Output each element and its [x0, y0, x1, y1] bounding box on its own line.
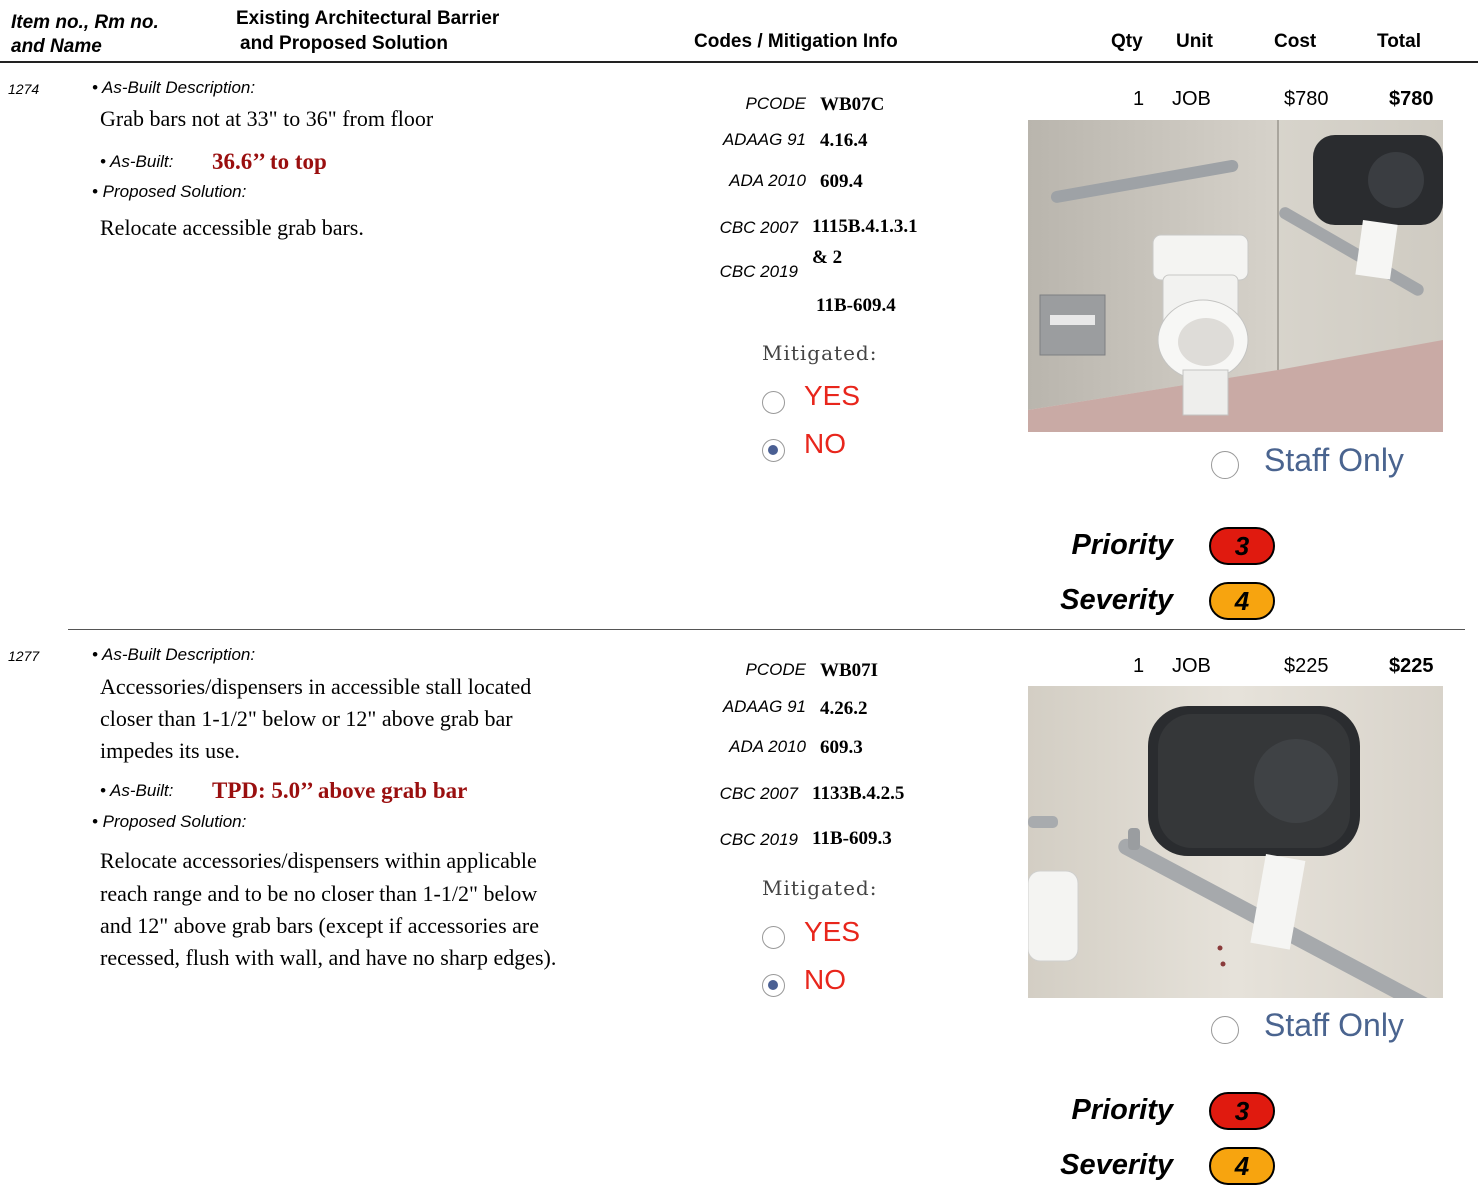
mitigated-no-radio[interactable] [762, 439, 785, 462]
asbuilt-heading: • As-Built Description: [92, 645, 256, 664]
severity-label: Severity [1060, 1149, 1173, 1181]
asbuilt-heading: • As-Built Description: [92, 78, 256, 97]
mitigated-no-radio[interactable] [762, 974, 785, 997]
header-divider [0, 61, 1478, 63]
item-divider [68, 629, 1465, 630]
priority-badge: 3 [1209, 527, 1275, 565]
proposed-line-2: reach range and to be no closer than 1-1… [100, 881, 538, 906]
unit-value: JOB [1172, 655, 1211, 677]
proposed-line-3: and 12" above grab bars (except if acces… [100, 913, 539, 938]
asbuilt-description-line-3: impedes its use. [100, 738, 240, 763]
mitigated-no-label[interactable]: NO [804, 428, 846, 460]
asbuilt-description-line-2: closer than 1-1/2" below or 12" above gr… [100, 706, 513, 731]
asbuilt-value: TPD: 5.0’’ above grab bar [212, 778, 468, 803]
header-unit: Unit [1176, 31, 1213, 52]
severity-badge: 4 [1209, 582, 1275, 620]
staff-only-radio[interactable] [1211, 1016, 1239, 1044]
code-value-extra: 11B-609.4 [816, 295, 896, 316]
header-codes: Codes / Mitigation Info [694, 31, 898, 52]
total-value: $225 [1389, 655, 1434, 677]
mitigated-yes-label[interactable]: YES [804, 916, 860, 948]
cost-value: $780 [1284, 88, 1329, 110]
code-label-ada2010: ADA 2010 [729, 737, 806, 756]
barrier-photo [1028, 686, 1443, 998]
staff-only-label[interactable]: Staff Only [1264, 442, 1404, 479]
cost-value: $225 [1284, 655, 1329, 677]
asbuilt-description-line-1: Accessories/dispensers in accessible sta… [100, 674, 532, 699]
code-label-adaag91: ADAAG 91 [722, 697, 806, 716]
mitigated-yes-label[interactable]: YES [804, 380, 860, 412]
proposed-solution: Relocate accessible grab bars. [100, 215, 364, 240]
priority-label: Priority [1071, 529, 1173, 561]
proposed-line-4: recessed, flush with wall, and have no s… [100, 945, 557, 970]
item-number: 1274 [8, 81, 40, 97]
priority-badge: 3 [1209, 1092, 1275, 1130]
code-value-pcode: WB07C [820, 94, 885, 115]
code-value-cbc2019: 11B-609.3 [812, 828, 892, 849]
total-value: $780 [1389, 88, 1434, 110]
restroom-stall-photo [1028, 120, 1443, 432]
mitigated-label: Mitigated: [762, 341, 878, 365]
header-item-line1: Item no., Rm no. [11, 12, 159, 33]
header-barrier-line1: Existing Architectural Barrier [236, 8, 500, 29]
code-label-cbc2007: CBC 2007 [719, 218, 798, 237]
code-label-pcode: PCODE [745, 660, 806, 679]
code-value-cbc2007: 1115B.4.1.3.1 [812, 216, 918, 237]
code-label-cbc2019: CBC 2019 [719, 830, 798, 849]
proposed-line-1: Relocate accessories/dispensers within a… [100, 848, 537, 873]
qty-value: 1 [1133, 655, 1145, 677]
asbuilt-label: • As-Built: [100, 152, 174, 171]
mitigated-label: Mitigated: [762, 876, 878, 900]
header-total: Total [1377, 31, 1421, 52]
code-value-ada2010: 609.3 [820, 737, 863, 758]
dispenser-photo [1028, 686, 1443, 998]
mitigated-no-label[interactable]: NO [804, 964, 846, 996]
header-qty: Qty [1111, 31, 1143, 52]
code-value-cbc2019: & 2 [812, 247, 843, 268]
mitigated-yes-radio[interactable] [762, 926, 785, 949]
code-label-pcode: PCODE [745, 94, 806, 113]
code-value-ada2010: 609.4 [820, 171, 863, 192]
qty-value: 1 [1133, 88, 1145, 110]
code-value-adaag91: 4.16.4 [820, 130, 868, 151]
asbuilt-value: 36.6’’ to top [212, 149, 327, 174]
priority-label: Priority [1071, 1094, 1173, 1126]
mitigated-yes-radio[interactable] [762, 391, 785, 414]
header-barrier-line2: and Proposed Solution [240, 33, 448, 54]
item-number: 1277 [8, 648, 40, 664]
staff-only-radio[interactable] [1211, 451, 1239, 479]
severity-badge: 4 [1209, 1147, 1275, 1185]
proposed-heading: • Proposed Solution: [92, 182, 247, 201]
code-label-cbc2019: CBC 2019 [719, 262, 798, 281]
code-label-cbc2007: CBC 2007 [719, 784, 798, 803]
barrier-photo [1028, 120, 1443, 432]
asbuilt-label: • As-Built: [100, 781, 174, 800]
code-label-ada2010: ADA 2010 [729, 171, 806, 190]
asbuilt-description: Grab bars not at 33" to 36" from floor [100, 106, 434, 131]
code-value-pcode: WB07I [820, 660, 879, 681]
code-value-adaag91: 4.26.2 [820, 698, 868, 719]
code-label-adaag91: ADAAG 91 [722, 130, 806, 149]
header-cost: Cost [1274, 31, 1317, 52]
header-item-line2: and Name [11, 36, 102, 57]
proposed-heading: • Proposed Solution: [92, 812, 247, 831]
severity-label: Severity [1060, 584, 1173, 616]
code-value-cbc2007: 1133B.4.2.5 [812, 783, 905, 804]
unit-value: JOB [1172, 88, 1211, 110]
staff-only-label[interactable]: Staff Only [1264, 1007, 1404, 1044]
